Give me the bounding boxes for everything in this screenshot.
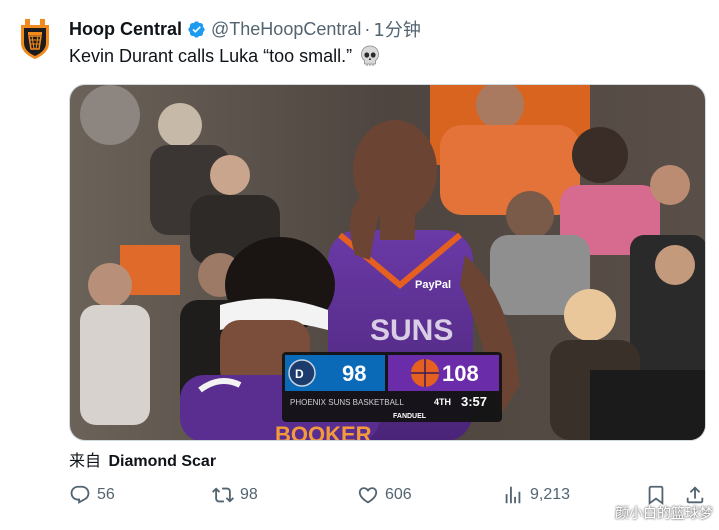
- heart-icon: [358, 487, 378, 504]
- reply-button[interactable]: 56: [69, 480, 115, 510]
- hoop-central-logo: [21, 19, 49, 59]
- away-score: 98: [342, 361, 366, 386]
- verified-badge-icon: [187, 20, 206, 39]
- retweet-count: 98: [240, 486, 258, 503]
- watermark: 颜小白的篮球梦: [615, 506, 713, 522]
- tweet-header: Hoop Central @TheHoopCentral · 1分钟: [69, 16, 421, 42]
- scorebug-sponsor: FANDUEL: [393, 413, 427, 420]
- avatar[interactable]: [19, 19, 51, 61]
- scorebug: D 98 108 PHOENIX SUNS BASKETBALL 4TH 3:5…: [282, 352, 502, 422]
- home-score: 108: [442, 361, 479, 386]
- reply-count: 56: [97, 486, 115, 503]
- retweet-icon: [212, 487, 234, 503]
- like-count: 606: [385, 486, 412, 503]
- tweet-media[interactable]: PayPal SUNS BOOKER D 98 108 PHOENIX SUNS…: [69, 84, 706, 441]
- reply-icon: [70, 485, 90, 504]
- source-prefix: 来自: [69, 451, 102, 470]
- tweet-text: Kevin Durant calls Luka “too small.”: [69, 45, 380, 67]
- timestamp[interactable]: 1分钟: [373, 16, 420, 42]
- views-button[interactable]: 9,213: [502, 480, 570, 510]
- source-app-link[interactable]: Diamond Scar: [108, 453, 216, 470]
- views-icon: [505, 486, 521, 504]
- tweet-body: Kevin Durant calls Luka “too small.”: [69, 45, 353, 66]
- skull-emoji-icon: [360, 45, 380, 67]
- svg-text:SUNS: SUNS: [370, 314, 453, 347]
- like-button[interactable]: 606: [357, 480, 412, 510]
- tweet-actions: 56 98 606 9,213: [0, 480, 719, 510]
- separator-dot: ·: [364, 18, 371, 39]
- media-image: PayPal SUNS BOOKER D 98 108 PHOENIX SUNS…: [70, 85, 705, 441]
- retweet-button[interactable]: 98: [212, 480, 258, 510]
- views-count: 9,213: [530, 486, 571, 503]
- svg-text:D: D: [295, 367, 304, 381]
- game-quarter: 4TH: [434, 397, 451, 407]
- jersey-sponsor: PayPal: [415, 279, 451, 291]
- broadcast-label: PHOENIX SUNS BASKETBALL: [290, 398, 404, 407]
- tweet-source: 来自 Diamond Scar: [69, 447, 216, 471]
- game-clock: 3:57: [461, 394, 487, 409]
- author-name[interactable]: Hoop Central: [69, 19, 182, 40]
- jersey-name: BOOKER: [275, 422, 372, 441]
- author-handle[interactable]: @TheHoopCentral: [211, 19, 361, 40]
